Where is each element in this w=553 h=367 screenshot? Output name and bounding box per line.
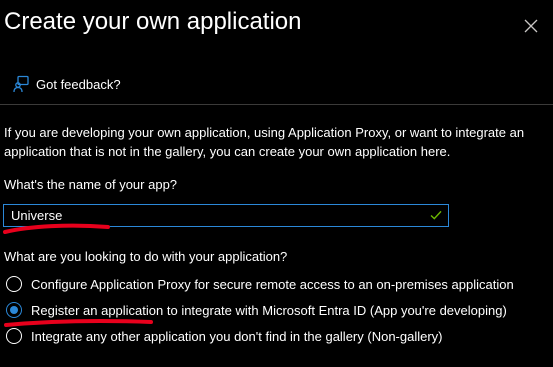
radio-app-proxy[interactable] [6, 276, 22, 292]
app-name-input[interactable] [4, 205, 414, 226]
option-register-app[interactable]: Register an application to integrate wit… [6, 301, 507, 319]
radio-non-gallery[interactable] [6, 328, 22, 344]
radio-register-app[interactable] [6, 302, 22, 318]
check-icon [430, 210, 442, 220]
header-divider [0, 104, 553, 105]
dialog-title: Create your own application [4, 8, 302, 35]
purpose-question: What are you looking to do with your app… [4, 249, 288, 264]
close-icon[interactable] [523, 18, 539, 34]
option-label: Configure Application Proxy for secure r… [31, 276, 514, 292]
feedback-link[interactable]: Got feedback? [12, 74, 121, 94]
option-non-gallery[interactable]: Integrate any other application you don'… [6, 327, 443, 345]
app-name-field [3, 204, 449, 227]
option-label: Register an application to integrate wit… [31, 302, 507, 318]
feedback-label: Got feedback? [36, 76, 121, 92]
option-label: Integrate any other application you don'… [31, 328, 443, 344]
feedback-icon [13, 75, 29, 93]
underline-annotation [4, 319, 153, 327]
intro-text: If you are developing your own applicati… [4, 125, 525, 159]
option-app-proxy[interactable]: Configure Application Proxy for secure r… [6, 275, 514, 293]
app-name-label: What's the name of your app? [4, 177, 178, 192]
